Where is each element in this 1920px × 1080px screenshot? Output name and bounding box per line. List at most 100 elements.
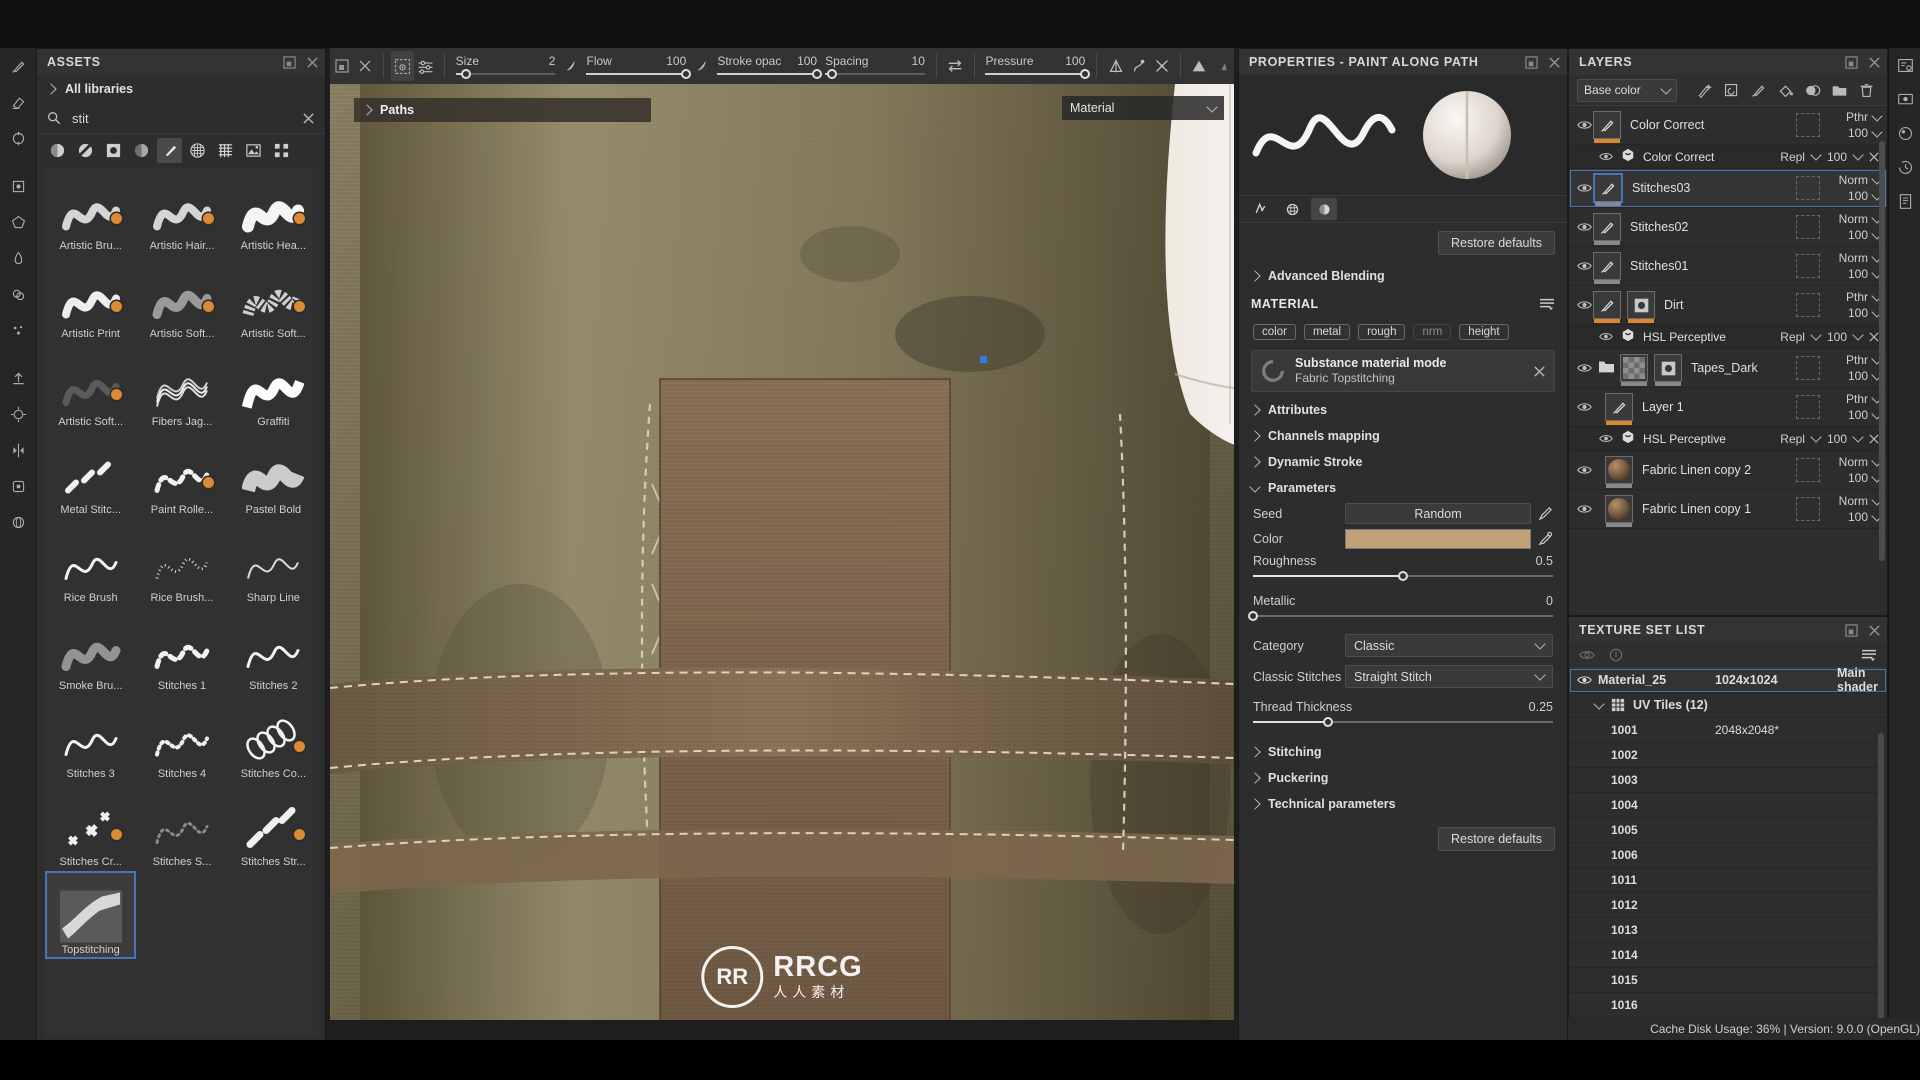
right-tool-rail[interactable] <box>1888 48 1920 1080</box>
asset-item[interactable]: Stitches Cr... <box>45 783 136 871</box>
layers-toolbar[interactable]: Base color <box>1569 75 1887 106</box>
material-preview-tab[interactable] <box>1311 198 1337 220</box>
seed-row[interactable]: Seed Random <box>1239 501 1567 526</box>
visibility-icon[interactable] <box>1575 299 1593 311</box>
section-channels-mapping[interactable]: Channels mapping <box>1239 423 1567 449</box>
spacing-slider[interactable]: Spacing 10 <box>825 54 925 79</box>
layer-thumbnail[interactable] <box>1605 456 1633 488</box>
metallic-slider[interactable]: Metallic 0 <box>1239 591 1567 623</box>
asset-item[interactable]: Artistic Bru... <box>45 167 136 255</box>
asset-item[interactable]: Stitches 4 <box>136 695 227 783</box>
layer-mask-slot[interactable] <box>1796 215 1820 239</box>
asset-item[interactable]: Fibers Jag... <box>136 343 227 431</box>
thread-thickness-track[interactable] <box>1253 717 1553 729</box>
asset-item[interactable]: Graffiti <box>228 343 319 431</box>
layer-name[interactable]: Stitches03 <box>1632 181 1796 195</box>
undock-viewport-icon[interactable] <box>330 51 353 81</box>
add-fill-layer-icon[interactable] <box>1773 78 1798 103</box>
visibility-icon[interactable] <box>1579 648 1595 662</box>
visibility-icon[interactable] <box>1575 503 1593 515</box>
layer-opacity[interactable]: 100 <box>1848 125 1868 141</box>
section-attributes[interactable]: Attributes <box>1239 397 1567 423</box>
mirror-icon[interactable] <box>1150 51 1173 81</box>
polygon-fill-tool-icon[interactable] <box>0 204 36 240</box>
asset-item[interactable]: Stitches Co... <box>228 695 319 783</box>
uv-tile-row[interactable]: 1014 <box>1569 943 1887 968</box>
collapsed-sections-top[interactable]: Attributes Channels mapping Dynamic Stroke <box>1239 397 1567 475</box>
asset-item[interactable]: Artistic Soft... <box>228 255 319 343</box>
add-mask-icon[interactable] <box>1800 78 1825 103</box>
close-icon[interactable] <box>1548 56 1561 69</box>
3d-viewport[interactable]: Paths Material RR RRCG 人人素材 <box>330 84 1234 1020</box>
uv-tile-list[interactable]: 1001 2048x2048* 1002 1003 1004 1005 1006 1011 10… <box>1569 718 1887 1028</box>
brush-settings-icon[interactable] <box>414 51 437 81</box>
alpha-preview-tab[interactable] <box>1279 198 1305 220</box>
pressure-track[interactable] <box>985 68 1091 79</box>
layer-opacity[interactable]: 100 <box>1848 470 1868 486</box>
roughness-slider[interactable]: Roughness 0.5 <box>1239 551 1567 583</box>
size-pen-pressure-icon[interactable] <box>559 51 582 81</box>
history-icon[interactable] <box>1889 150 1920 184</box>
swap-icon[interactable] <box>944 51 967 81</box>
paint-brush-tool-icon[interactable] <box>0 48 36 84</box>
asset-item[interactable]: Stitches S... <box>136 783 227 871</box>
symmetry-tool-icon[interactable] <box>0 432 36 468</box>
visibility-icon[interactable] <box>1597 433 1615 444</box>
asset-item[interactable]: Sharp Line <box>228 519 319 607</box>
asset-item[interactable]: Artistic Hea... <box>228 167 319 255</box>
section-technical-parameters[interactable]: Technical parameters <box>1239 791 1567 817</box>
classic-stitches-select[interactable]: Straight Stitch <box>1345 665 1553 688</box>
add-paint-layer-icon[interactable] <box>1746 78 1771 103</box>
channel-chip-height[interactable]: height <box>1459 324 1509 340</box>
visibility-icon[interactable] <box>1597 151 1615 162</box>
smartmaterial-filter-icon[interactable] <box>73 138 98 163</box>
assets-search-input[interactable] <box>70 109 264 127</box>
color-row[interactable]: Color <box>1239 526 1567 551</box>
uv-tile-row[interactable]: 1011 <box>1569 868 1887 893</box>
visibility-icon[interactable] <box>1575 464 1593 476</box>
layer-row[interactable]: Tapes_Dark Pthr 100 <box>1569 349 1887 388</box>
roughness-knob[interactable] <box>1398 571 1408 581</box>
clear-search-icon[interactable] <box>302 112 315 125</box>
layer-blend-mode[interactable]: Pthr <box>1846 352 1868 368</box>
smartmask-filter-icon[interactable] <box>129 138 154 163</box>
layer-blend-mode[interactable]: Norm <box>1839 250 1868 266</box>
preview-tab-bar[interactable] <box>1239 196 1567 223</box>
layer-blend-mode[interactable]: Pthr <box>1846 289 1868 305</box>
channel-chip-metal[interactable]: metal <box>1303 324 1351 340</box>
layer-blend-mode[interactable]: Pthr <box>1846 109 1868 125</box>
effect-blend-mode[interactable]: Repl <box>1780 432 1805 446</box>
layer-mask-thumbnail[interactable] <box>1654 354 1682 386</box>
layer-opacity[interactable]: 100 <box>1848 305 1868 321</box>
pressure-knob[interactable] <box>1080 68 1091 79</box>
smudge-tool-icon[interactable] <box>0 240 36 276</box>
remove-effect-icon[interactable] <box>1869 433 1879 444</box>
geometry-decal-tool-icon[interactable] <box>0 168 36 204</box>
layer-row[interactable]: Color Correct Pthr 100 <box>1569 106 1887 145</box>
all-libraries-row[interactable]: All libraries <box>37 75 325 103</box>
section-dynamic-stroke[interactable]: Dynamic Stroke <box>1239 449 1567 475</box>
restore-defaults-bottom-button[interactable]: Restore defaults <box>1437 827 1555 851</box>
layer-name[interactable]: Color Correct <box>1630 118 1796 132</box>
effect-opacity[interactable]: 100 <box>1827 150 1847 164</box>
thread-thickness-knob[interactable] <box>1323 717 1333 727</box>
layer-blend-mode[interactable]: Pthr <box>1846 391 1868 407</box>
layer-thumbnail[interactable] <box>1593 213 1621 245</box>
flow-slider[interactable]: Flow 100 <box>586 54 692 79</box>
layer-mask-slot[interactable] <box>1796 113 1820 137</box>
spacing-knob[interactable] <box>827 68 838 79</box>
roughness-track[interactable] <box>1253 571 1553 583</box>
eyedropper-icon[interactable] <box>1538 531 1553 546</box>
sphere-tool-icon[interactable] <box>0 504 36 540</box>
uv-tile-row[interactable]: 1002 <box>1569 743 1887 768</box>
visibility-icon[interactable] <box>1575 401 1593 413</box>
visibility-icon[interactable] <box>1575 182 1593 194</box>
remove-effect-icon[interactable] <box>1869 151 1879 162</box>
visibility-icon[interactable] <box>1577 674 1592 686</box>
visibility-icon[interactable] <box>1575 119 1593 131</box>
pressure-slider[interactable]: Pressure 100 <box>985 54 1091 79</box>
layer-thumbnail[interactable] <box>1593 173 1623 206</box>
asset-item[interactable]: Stitches 1 <box>136 607 227 695</box>
layer-row[interactable]: Fabric Linen copy 2 Norm 100 <box>1569 451 1887 490</box>
texture-set-settings-icon[interactable] <box>1889 48 1920 82</box>
